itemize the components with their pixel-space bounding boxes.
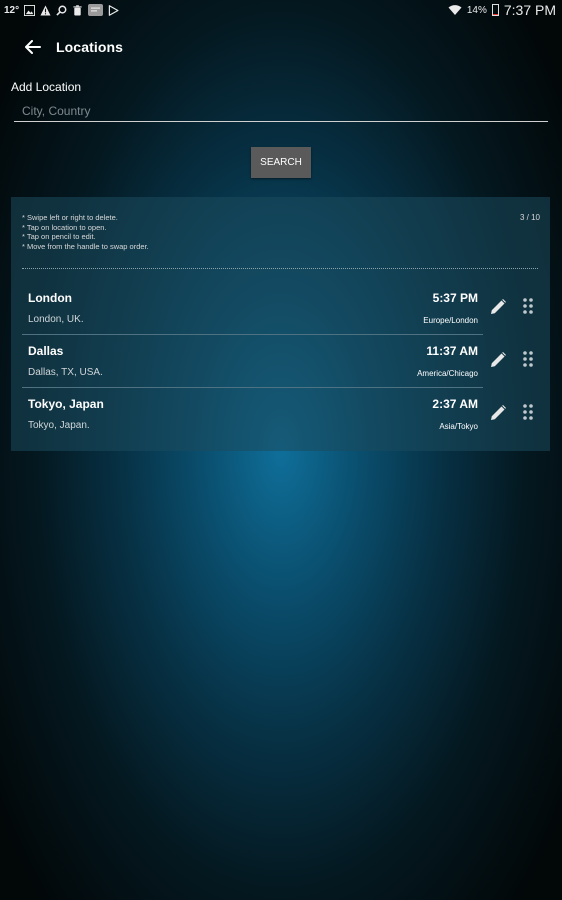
location-time: 2:37 AM: [432, 397, 478, 411]
play-store-icon: [108, 4, 119, 16]
location-row-dallas[interactable]: Dallas 11:37 AM Dallas, TX, USA. America…: [22, 334, 483, 388]
city-country-input[interactable]: [14, 100, 548, 122]
edit-location-button-tokyo[interactable]: [487, 402, 509, 424]
trash-icon: [73, 4, 82, 16]
clock: 7:37 PM: [503, 2, 556, 18]
location-name: Dallas: [28, 344, 64, 358]
status-bar-left: 12°: [0, 4, 119, 16]
location-full-name: Dallas, TX, USA.: [28, 367, 103, 378]
battery-icon: [491, 4, 499, 16]
hint-swap: * Move from the handle to swap order.: [22, 241, 149, 251]
warning-icon: [40, 4, 51, 16]
page-title: Locations: [56, 39, 124, 55]
edit-location-button-london[interactable]: [487, 296, 509, 318]
edit-location-button-dallas[interactable]: [487, 349, 509, 371]
drag-handle-icon[interactable]: [521, 350, 535, 368]
hint-delete: * Swipe left or right to delete.: [22, 213, 118, 222]
battery-level: [492, 13, 498, 15]
location-row-tokyo[interactable]: Tokyo, Japan 2:37 AM Tokyo, Japan. Asia/…: [22, 387, 483, 440]
drag-handle-icon[interactable]: [521, 297, 535, 315]
image-icon: [24, 4, 36, 16]
wifi-icon: [448, 5, 462, 15]
location-timezone: America/Chicago: [417, 369, 478, 378]
app-bar: Locations: [0, 28, 562, 66]
location-count: 3 / 10: [519, 213, 540, 222]
locations-panel: * Swipe left or right to delete. * Tap o…: [11, 197, 550, 451]
add-location-label: Add Location: [11, 80, 82, 94]
search-icon: [56, 5, 67, 16]
location-name: London: [28, 291, 72, 305]
location-full-name: London, UK.: [28, 314, 84, 325]
location-row-london[interactable]: London 5:37 PM London, UK. Europe/London: [22, 281, 483, 335]
status-bar: 12° 14% 7:37 PM: [0, 0, 562, 20]
search-button[interactable]: SEARCH: [251, 147, 311, 178]
weather-temperature: 12°: [4, 4, 20, 16]
location-name: Tokyo, Japan: [28, 397, 104, 411]
location-timezone: Asia/Tokyo: [439, 422, 478, 431]
status-bar-right: 14% 7:37 PM: [448, 2, 562, 18]
hint-edit: * Tap on pencil to edit.: [22, 232, 96, 241]
pencil-icon: [491, 352, 506, 367]
pencil-icon: [491, 299, 506, 314]
app-badge-icon: [88, 4, 104, 16]
location-full-name: Tokyo, Japan.: [28, 420, 90, 431]
battery-percentage: 14%: [466, 4, 487, 16]
location-timezone: Europe/London: [423, 316, 478, 325]
location-time: 5:37 PM: [432, 291, 478, 305]
dotted-divider: [22, 268, 538, 269]
drag-handle-icon[interactable]: [521, 403, 535, 421]
pencil-icon: [491, 405, 506, 420]
back-button[interactable]: [22, 36, 44, 58]
location-time: 11:37 AM: [426, 344, 478, 358]
arrow-back-icon: [25, 40, 41, 54]
help-hints: * Swipe left or right to delete. * Tap o…: [22, 213, 149, 251]
hint-open: * Tap on location to open.: [22, 222, 107, 232]
